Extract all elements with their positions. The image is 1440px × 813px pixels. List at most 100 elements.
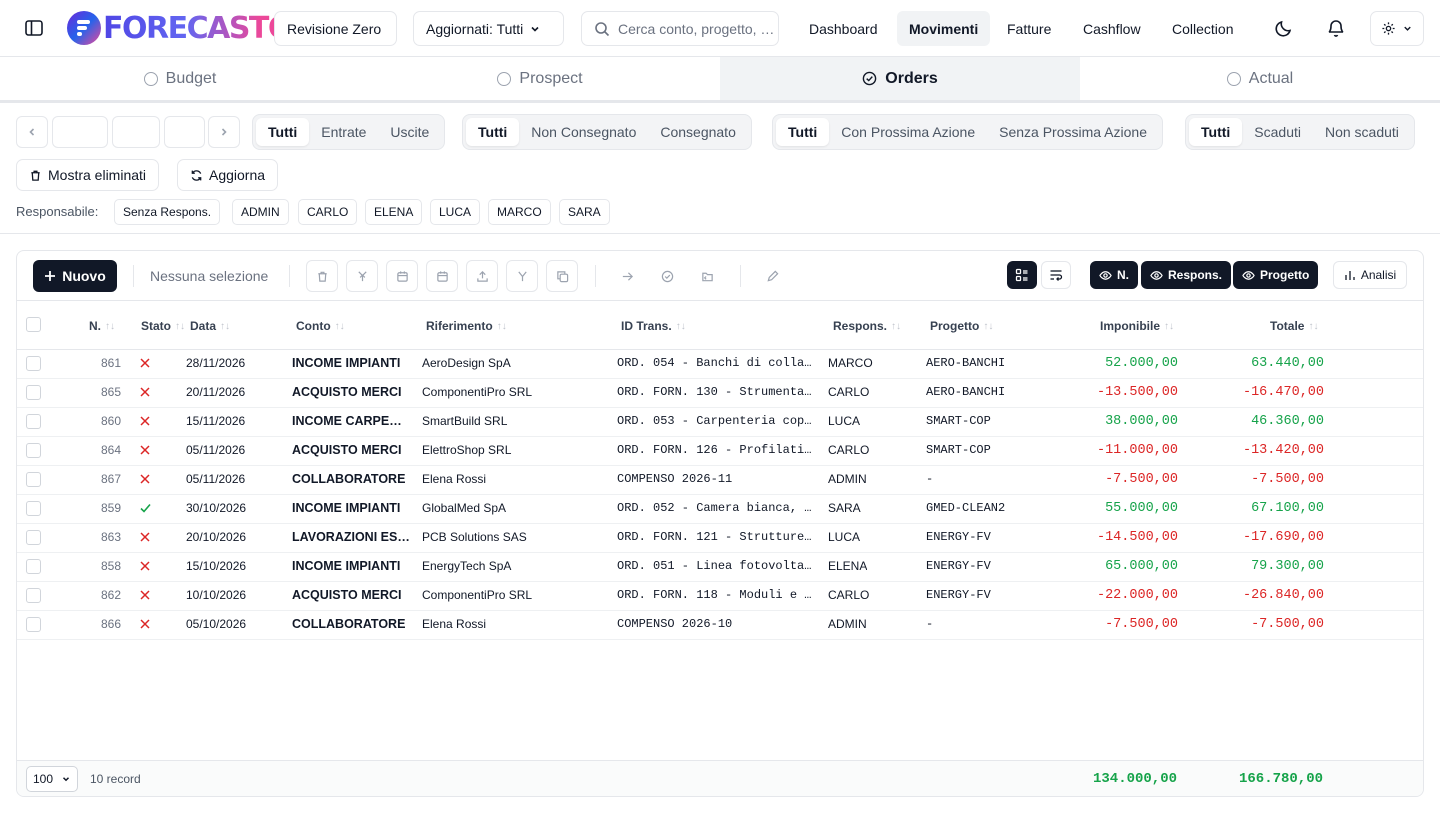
col-data[interactable]: Data ↑↓ xyxy=(190,319,230,333)
nav-movimenti[interactable]: Movimenti xyxy=(897,11,991,46)
updated-filter-dropdown[interactable]: Aggiornati: Tutti xyxy=(413,11,564,46)
toggle-col-n[interactable]: N. xyxy=(1090,261,1138,289)
row-date: 20/11/2026 xyxy=(186,385,246,399)
next-action-all[interactable]: Tutti xyxy=(776,118,830,146)
split-action[interactable] xyxy=(506,260,538,292)
refresh-button[interactable]: Aggiorna xyxy=(177,159,279,191)
nav-dashboard[interactable]: Dashboard xyxy=(797,11,890,46)
dark-mode-icon[interactable] xyxy=(1272,16,1296,40)
confirm-action[interactable] xyxy=(651,260,683,292)
due-overdue[interactable]: Scaduti xyxy=(1242,118,1313,146)
nav-fatture-label: Fatture xyxy=(1007,20,1052,37)
wrap-view-button[interactable] xyxy=(1041,261,1071,289)
period-year-field[interactable] xyxy=(164,116,205,148)
period-month-field[interactable] xyxy=(112,116,160,148)
search-input[interactable] xyxy=(618,20,778,37)
col-stato[interactable]: Stato ↑↓ xyxy=(141,319,185,333)
resp-chip-admin[interactable]: ADMIN xyxy=(232,199,289,225)
delivery-not-delivered[interactable]: Non Consegnato xyxy=(519,118,648,146)
col-riferimento[interactable]: Riferimento ↑↓ xyxy=(426,319,507,333)
select-all-checkbox[interactable] xyxy=(26,317,41,332)
analysis-button[interactable]: Analisi xyxy=(1333,261,1407,289)
row-checkbox[interactable] xyxy=(26,414,41,429)
row-id-trans: ORD. FORN. 121 - Strutture… xyxy=(617,530,812,544)
col-progetto[interactable]: Progetto ↑↓ xyxy=(930,319,993,333)
next-period-button[interactable] xyxy=(208,116,240,148)
move-action[interactable] xyxy=(611,260,643,292)
table-row[interactable]: 858 15/10/2026 INCOME IMPIANTI EnergyTech S… xyxy=(17,553,1423,582)
nav-cashflow[interactable]: Cashflow xyxy=(1071,11,1153,46)
tab-prospect[interactable]: Prospect xyxy=(360,57,720,100)
next-action-without[interactable]: Senza Prossima Azione xyxy=(987,118,1159,146)
col-respons[interactable]: Respons. ↑↓ xyxy=(833,319,901,333)
search-box[interactable] xyxy=(581,11,779,46)
set-due-date-action[interactable] xyxy=(426,260,458,292)
resp-chip-elena[interactable]: ELENA xyxy=(365,199,423,225)
table-row[interactable]: 860 15/11/2026 INCOME CARPENT… SmartBuild S… xyxy=(17,408,1423,437)
prev-period-button[interactable] xyxy=(16,116,48,148)
row-checkbox[interactable] xyxy=(26,501,41,516)
export-action[interactable] xyxy=(466,260,498,292)
row-checkbox[interactable] xyxy=(26,588,41,603)
settings-menu-button[interactable] xyxy=(1370,11,1424,46)
show-deleted-button[interactable]: Mostra eliminati xyxy=(16,159,160,191)
table-row[interactable]: 861 28/11/2026 INCOME IMPIANTI AeroDesign S… xyxy=(17,350,1423,379)
table-row[interactable]: 867 05/11/2026 COLLABORATORE Elena Rossi COM… xyxy=(17,466,1423,495)
resp-chip-sara[interactable]: SARA xyxy=(559,199,610,225)
next-action-with[interactable]: Con Prossima Azione xyxy=(829,118,987,146)
row-checkbox[interactable] xyxy=(26,559,41,574)
delivery-delivered[interactable]: Consegnato xyxy=(648,118,748,146)
grouped-view-button[interactable] xyxy=(1007,261,1037,289)
direction-expense[interactable]: Uscite xyxy=(378,118,441,146)
col-imponibile[interactable]: Imponibile ↑↓ xyxy=(1100,319,1174,333)
due-not-overdue[interactable]: Non scaduti xyxy=(1313,118,1411,146)
table-row[interactable]: 862 10/10/2026 ACQUISTO MERCI ComponentiPro… xyxy=(17,582,1423,611)
direction-all[interactable]: Tutti xyxy=(256,118,310,146)
row-checkbox[interactable] xyxy=(26,356,41,371)
row-checkbox[interactable] xyxy=(26,472,41,487)
nav-collection[interactable]: Collection xyxy=(1160,11,1245,46)
table-row[interactable]: 863 20/10/2026 LAVORAZIONI EST… PCB Solutio… xyxy=(17,524,1423,553)
direction-income[interactable]: Entrate xyxy=(309,118,378,146)
page-size-select[interactable]: 100 xyxy=(26,766,78,792)
nav-fatture[interactable]: Fatture xyxy=(995,11,1063,46)
table-row[interactable]: 865 20/11/2026 ACQUISTO MERCI ComponentiPro… xyxy=(17,379,1423,408)
col-stato-label: Stato xyxy=(141,319,171,333)
merge-action[interactable] xyxy=(346,260,378,292)
edit-action[interactable] xyxy=(756,260,788,292)
col-id-trans[interactable]: ID Trans. ↑↓ xyxy=(621,319,686,333)
resp-chip-marco[interactable]: MARCO xyxy=(488,199,551,225)
delivery-all[interactable]: Tutti xyxy=(466,118,520,146)
tab-orders[interactable]: Orders xyxy=(720,57,1080,100)
table-row[interactable]: 859 30/10/2026 INCOME IMPIANTI GlobalMed Sp… xyxy=(17,495,1423,524)
row-checkbox[interactable] xyxy=(26,617,41,632)
col-conto[interactable]: Conto ↑↓ xyxy=(296,319,345,333)
logo[interactable]: FORECASTC xyxy=(67,10,274,46)
col-totale[interactable]: Totale ↑↓ xyxy=(1270,319,1318,333)
scenario-revision-button[interactable]: Revisione Zero xyxy=(274,11,397,46)
delete-action[interactable] xyxy=(306,260,338,292)
toggle-col-progetto[interactable]: Progetto xyxy=(1233,261,1319,289)
new-button[interactable]: Nuovo xyxy=(33,260,117,292)
resp-chip-carlo[interactable]: CARLO xyxy=(298,199,358,225)
period-day-field[interactable] xyxy=(52,116,108,148)
tab-actual[interactable]: Actual xyxy=(1080,57,1440,100)
row-totale: -7.500,00 xyxy=(1251,617,1324,632)
revert-action[interactable] xyxy=(691,260,723,292)
col-n[interactable]: N. ↑↓ xyxy=(89,319,115,333)
duplicate-action[interactable] xyxy=(546,260,578,292)
table-row[interactable]: 866 05/10/2026 COLLABORATORE Elena Rossi COM… xyxy=(17,611,1423,640)
row-checkbox[interactable] xyxy=(26,385,41,400)
resp-chip-luca[interactable]: LUCA xyxy=(430,199,481,225)
resp-chip-none[interactable]: Senza Respons. xyxy=(114,199,221,225)
tab-budget[interactable]: Budget xyxy=(0,57,360,100)
toggle-col-respons[interactable]: Respons. xyxy=(1141,261,1232,289)
due-all[interactable]: Tutti xyxy=(1189,118,1243,146)
sidebar-toggle-icon[interactable] xyxy=(22,16,46,40)
row-checkbox[interactable] xyxy=(26,443,41,458)
table-row[interactable]: 864 05/11/2026 ACQUISTO MERCI ElettroShop S… xyxy=(17,437,1423,466)
notifications-bell-icon[interactable] xyxy=(1324,16,1348,40)
row-number: 864 xyxy=(100,443,121,457)
set-date-action[interactable] xyxy=(386,260,418,292)
row-checkbox[interactable] xyxy=(26,530,41,545)
